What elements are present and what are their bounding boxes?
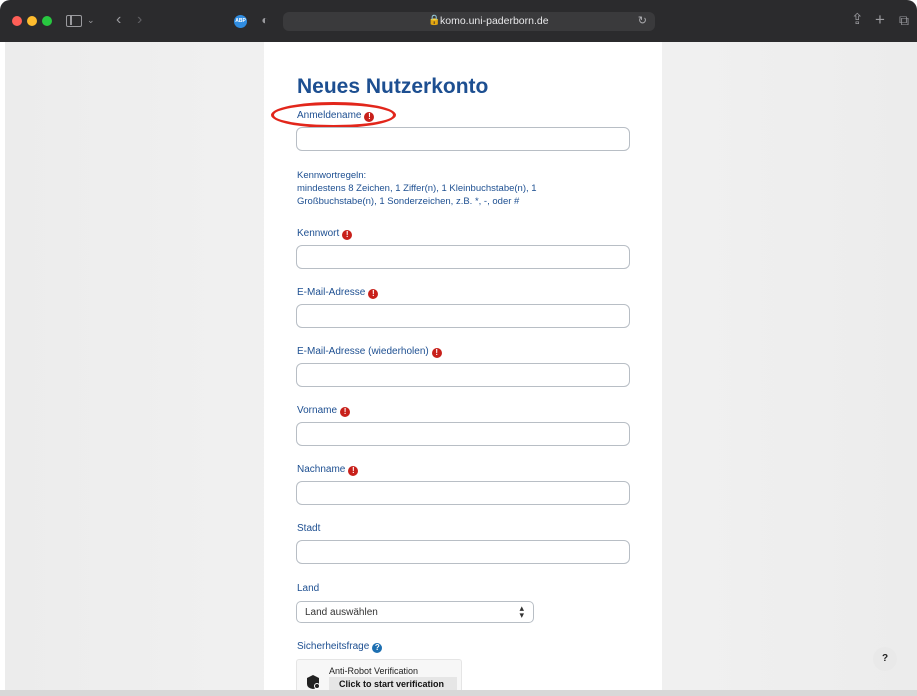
address-bar[interactable]: 🔒 komo.uni-paderborn.de ↻ (283, 12, 655, 31)
security-question-label: Sicherheitsfrage? (297, 641, 383, 653)
captcha-title: Anti-Robot Verification (329, 666, 419, 676)
country-label: Land (297, 583, 320, 594)
new-tab-icon[interactable]: + (875, 10, 885, 30)
captcha-shield-icon (307, 675, 320, 689)
username-input[interactable] (296, 127, 630, 151)
password-rules: Kennwortregeln: mindestens 8 Zeichen, 1 … (297, 169, 597, 208)
required-icon: ! (348, 466, 359, 476)
chevron-down-icon[interactable]: ⌄ (87, 10, 95, 30)
required-icon: ! (340, 407, 351, 417)
password-rules-title: Kennwortregeln: (297, 170, 367, 181)
lastname-label-text: Nachname (297, 464, 346, 475)
email-label: E-Mail-Adresse! (297, 287, 379, 299)
share-icon[interactable]: ⇪ (851, 10, 864, 30)
firstname-label-text: Vorname (297, 405, 338, 416)
password-input[interactable] (296, 245, 630, 269)
bottom-edge (0, 690, 917, 696)
back-icon[interactable]: ‹ (116, 10, 121, 30)
page-help-button[interactable]: ? (873, 647, 897, 671)
required-icon: ! (364, 112, 375, 122)
firstname-label: Vorname! (297, 405, 351, 417)
email-repeat-label-text: E-Mail-Adresse (wiederholen) (297, 346, 429, 357)
required-icon: ! (368, 289, 379, 299)
lastname-label: Nachname! (297, 464, 359, 476)
zoom-window-button[interactable] (42, 16, 52, 26)
tab-overview-icon[interactable]: ⧉ (899, 10, 909, 30)
lock-icon: 🔒 (428, 15, 441, 26)
username-label-text: Anmeldename (297, 110, 362, 121)
password-label: Kennwort! (297, 228, 353, 240)
password-label-text: Kennwort (297, 228, 340, 239)
close-window-button[interactable] (12, 16, 22, 26)
city-label: Stadt (297, 523, 321, 534)
help-icon[interactable]: ? (372, 643, 383, 653)
browser-toolbar: ⌄ ‹ › ABP ◐ 🔒 komo.uni-paderborn.de ↻ ⇪ … (0, 0, 917, 42)
email-input[interactable] (296, 304, 630, 328)
email-repeat-input[interactable] (296, 363, 630, 387)
sidebar-icon[interactable] (66, 15, 82, 27)
firstname-input[interactable] (296, 422, 630, 446)
username-label: Anmeldename! (297, 110, 375, 122)
url-text[interactable]: komo.uni-paderborn.de (440, 15, 549, 27)
country-select-value: Land auswählen (305, 607, 378, 618)
signup-form: Neues Nutzerkonto Anmeldename! Kennwortr… (264, 42, 662, 696)
start-verification-button[interactable]: Click to start verification (329, 677, 457, 691)
email-repeat-label: E-Mail-Adresse (wiederholen)! (297, 346, 442, 358)
reload-icon[interactable]: ↻ (638, 14, 647, 27)
city-input[interactable] (296, 540, 630, 564)
forward-icon[interactable]: › (137, 10, 142, 30)
shield-icon[interactable]: ◐ (259, 10, 271, 30)
country-select[interactable]: Land auswählen ▴ ▾ (296, 601, 534, 623)
page-title: Neues Nutzerkonto (297, 75, 489, 98)
updown-chevron-icon: ▴ ▾ (519, 603, 524, 620)
required-icon: ! (342, 230, 353, 240)
adblock-icon[interactable]: ABP (234, 15, 247, 28)
email-label-text: E-Mail-Adresse (297, 287, 366, 298)
required-icon: ! (431, 348, 442, 358)
password-rules-text: mindestens 8 Zeichen, 1 Ziffer(n), 1 Kle… (297, 183, 537, 207)
lastname-input[interactable] (296, 481, 630, 505)
security-question-label-text: Sicherheitsfrage (297, 641, 370, 652)
minimize-window-button[interactable] (27, 16, 37, 26)
